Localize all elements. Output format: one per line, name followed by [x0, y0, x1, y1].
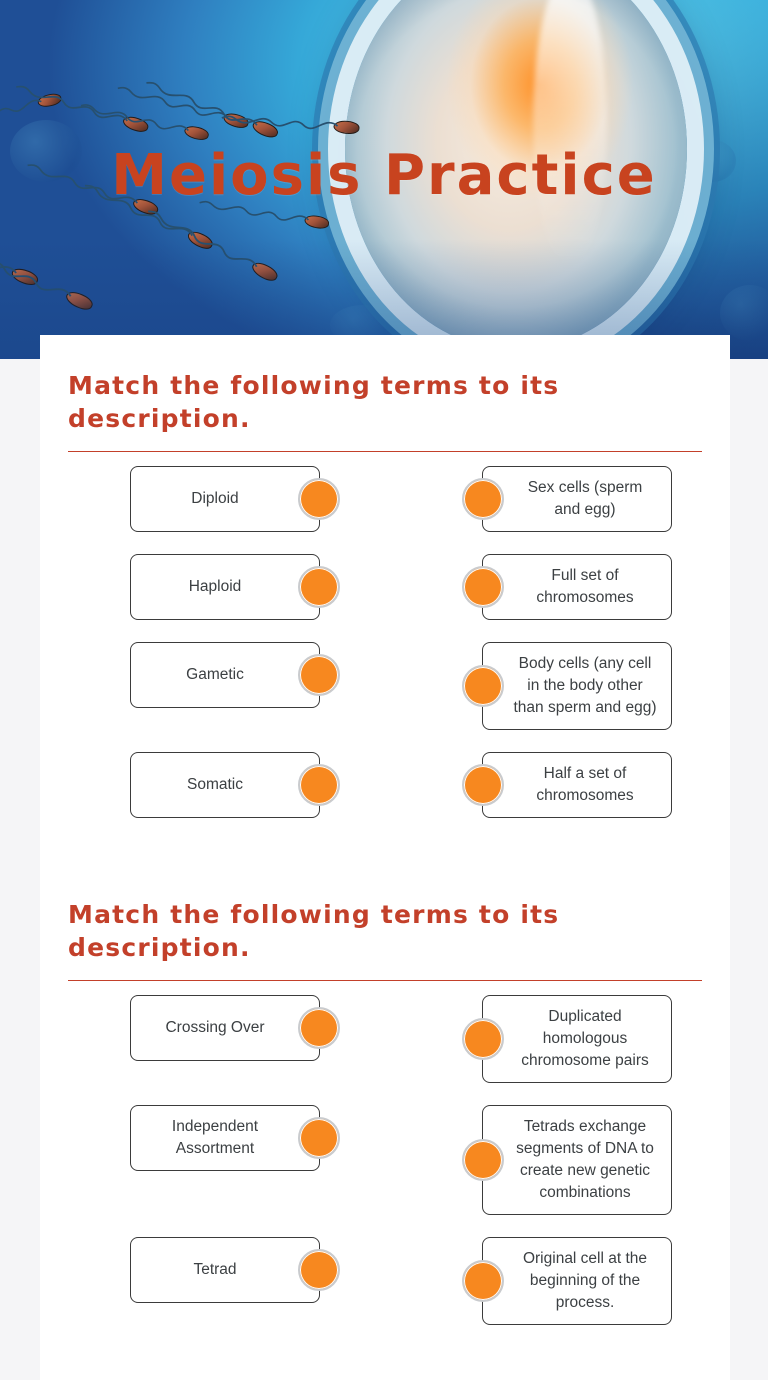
term-label: Crossing Over [165, 1019, 265, 1036]
description-label: Sex cells (sperm and egg) [527, 479, 643, 518]
description-box[interactable]: Half a set of chromosomes [462, 752, 672, 818]
term-label: Independent Assortment [171, 1118, 259, 1157]
connector-dot-left[interactable] [462, 566, 504, 608]
matching-row: Diploid Sex cells (sperm and egg) [68, 466, 702, 532]
connector-dot-right[interactable] [298, 654, 340, 696]
description-column: Body cells (any cell in the body other t… [462, 642, 672, 730]
term-label: Tetrad [193, 1261, 237, 1278]
worksheet-section: Match the following terms to its descrip… [68, 898, 702, 1325]
description-column: Tetrads exchange segments of DNA to crea… [462, 1105, 672, 1215]
term-column: Tetrad [130, 1237, 340, 1303]
term-label: Somatic [187, 776, 243, 793]
matching-pairs-list: Crossing Over Duplicated homologous chro… [68, 981, 702, 1325]
description-box[interactable]: Sex cells (sperm and egg) [462, 466, 672, 532]
term-label: Haploid [188, 578, 242, 595]
matching-row: Tetrad Original cell at the beginning of… [68, 1237, 702, 1325]
connector-dot-left[interactable] [462, 764, 504, 806]
term-box[interactable]: Independent Assortment [130, 1105, 340, 1171]
description-box[interactable]: Duplicated homologous chromosome pairs [462, 995, 672, 1083]
connector-dot-left[interactable] [462, 1139, 504, 1181]
term-box[interactable]: Somatic [130, 752, 340, 818]
description-label: Duplicated homologous chromosome pairs [521, 1008, 649, 1069]
worksheet-section: Match the following terms to its descrip… [68, 369, 702, 818]
connector-dot-right[interactable] [298, 1249, 340, 1291]
term-box[interactable]: Haploid [130, 554, 340, 620]
term-label: Gametic [186, 666, 244, 683]
description-box[interactable]: Full set of chromosomes [462, 554, 672, 620]
connector-dot-right[interactable] [298, 764, 340, 806]
description-label: Original cell at the beginning of the pr… [522, 1250, 648, 1311]
sperm-tail [221, 115, 339, 130]
term-column: Gametic [130, 642, 340, 708]
term-box[interactable]: Diploid [130, 466, 340, 532]
matching-pairs-list: Diploid Sex cells (sperm and egg) Haploi… [68, 452, 702, 818]
matching-row: Somatic Half a set of chromosomes [68, 752, 702, 818]
matching-row: Crossing Over Duplicated homologous chro… [68, 995, 702, 1083]
term-column: Crossing Over [130, 995, 340, 1061]
connector-dot-right[interactable] [298, 478, 340, 520]
hero-banner: Meiosis Practice [0, 0, 768, 359]
description-column: Duplicated homologous chromosome pairs [462, 995, 672, 1083]
connector-dot-left[interactable] [462, 1018, 504, 1060]
section-heading: Match the following terms to its descrip… [68, 900, 560, 962]
connector-dot-left[interactable] [462, 1260, 504, 1302]
matching-row: Independent Assortment Tetrads exchange … [68, 1105, 702, 1215]
description-label: Body cells (any cell in the body other t… [513, 655, 657, 716]
description-label: Full set of chromosomes [536, 567, 634, 606]
description-box[interactable]: Tetrads exchange segments of DNA to crea… [462, 1105, 672, 1215]
description-column: Half a set of chromosomes [462, 752, 672, 818]
connector-dot-left[interactable] [462, 478, 504, 520]
description-column: Sex cells (sperm and egg) [462, 466, 672, 532]
connector-dot-right[interactable] [298, 1007, 340, 1049]
description-label: Tetrads exchange segments of DNA to crea… [516, 1118, 654, 1201]
connector-dot-left[interactable] [462, 665, 504, 707]
section-heading: Match the following terms to its descrip… [68, 371, 560, 433]
description-label: Half a set of chromosomes [536, 765, 634, 804]
term-box[interactable]: Tetrad [130, 1237, 340, 1303]
term-label: Diploid [191, 490, 239, 507]
matching-row: Haploid Full set of chromosomes [68, 554, 702, 620]
worksheet-card: Match the following terms to its descrip… [40, 335, 730, 1380]
description-column: Original cell at the beginning of the pr… [462, 1237, 672, 1325]
term-column: Somatic [130, 752, 340, 818]
description-box[interactable]: Body cells (any cell in the body other t… [462, 642, 672, 730]
term-box[interactable]: Gametic [130, 642, 340, 708]
connector-dot-right[interactable] [298, 1117, 340, 1159]
page-title: Meiosis Practice [111, 143, 657, 208]
term-column: Haploid [130, 554, 340, 620]
description-box[interactable]: Original cell at the beginning of the pr… [462, 1237, 672, 1325]
term-column: Independent Assortment [130, 1105, 340, 1171]
matching-row: Gametic Body cells (any cell in the body… [68, 642, 702, 730]
term-box[interactable]: Crossing Over [130, 995, 340, 1061]
term-column: Diploid [130, 466, 340, 532]
connector-dot-right[interactable] [298, 566, 340, 608]
description-column: Full set of chromosomes [462, 554, 672, 620]
